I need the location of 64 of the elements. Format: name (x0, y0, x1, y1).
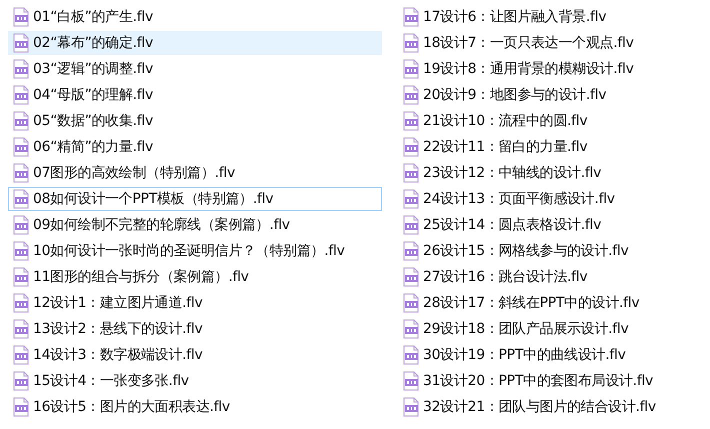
file-item[interactable]: 04“母版”的理解.flv (8, 83, 382, 107)
file-item[interactable]: 19设计8：通用背景的模糊设计.flv (398, 57, 698, 81)
file-item[interactable]: 03“逻辑”的调整.flv (8, 57, 382, 81)
video-file-icon (403, 215, 419, 235)
video-file-icon (403, 59, 419, 79)
file-item[interactable]: 11图形的组合与拆分（案例篇）.flv (8, 265, 382, 289)
file-item[interactable]: 13设计2：悬线下的设计.flv (8, 317, 382, 341)
video-file-icon (403, 33, 419, 53)
video-file-icon (13, 111, 29, 131)
file-item[interactable]: 14设计3：数字极端设计.flv (8, 343, 382, 367)
file-item[interactable]: 22设计11：留白的力量.flv (398, 135, 698, 159)
file-item[interactable]: 08如何设计一个PPT模板（特别篇）.flv (8, 187, 382, 211)
file-item[interactable]: 28设计17：斜线在PPT中的设计.flv (398, 291, 698, 315)
file-item[interactable]: 16设计5：图片的大面积表达.flv (8, 395, 382, 419)
video-file-icon (13, 85, 29, 105)
file-item[interactable]: 15设计4：一张变多张.flv (8, 369, 382, 393)
file-item[interactable]: 01“白板”的产生.flv (8, 5, 382, 29)
file-item[interactable]: 18设计7：一页只表达一个观点.flv (398, 31, 698, 55)
video-file-icon (403, 163, 419, 183)
file-item[interactable]: 24设计13：页面平衡感设计.flv (398, 187, 698, 211)
file-item[interactable]: 06“精简”的力量.flv (8, 135, 382, 159)
file-item[interactable]: 09如何绘制不完整的轮廓线（案例篇）.flv (8, 213, 382, 237)
file-item[interactable]: 17设计6：让图片融入背景.flv (398, 5, 698, 29)
video-file-icon (13, 319, 29, 339)
video-file-icon (13, 397, 29, 417)
file-item[interactable]: 26设计15：网格线参与的设计.flv (398, 239, 698, 263)
video-file-icon (403, 7, 419, 27)
file-item[interactable]: 02“幕布”的确定.flv (8, 31, 382, 55)
file-item[interactable]: 21设计10：流程中的圆.flv (398, 109, 698, 133)
file-item[interactable]: 31设计20：PPT中的套图布局设计.flv (398, 369, 698, 393)
video-file-icon (13, 241, 29, 261)
video-file-icon (13, 215, 29, 235)
file-item[interactable]: 07图形的高效绘制（特别篇）.flv (8, 161, 382, 185)
file-item[interactable]: 25设计14：圆点表格设计.flv (398, 213, 698, 237)
video-file-icon (403, 111, 419, 131)
file-item[interactable]: 29设计18：团队产品展示设计.flv (398, 317, 698, 341)
video-file-icon (403, 345, 419, 365)
video-file-icon (13, 267, 29, 287)
file-item[interactable]: 05“数据”的收集.flv (8, 109, 382, 133)
video-file-icon (13, 163, 29, 183)
video-file-icon (13, 33, 29, 53)
file-item[interactable]: 10如何设计一张时尚的圣诞明信片？（特别篇）.flv (8, 239, 382, 263)
video-file-icon (13, 345, 29, 365)
file-item[interactable]: 32设计21：团队与图片的结合设计.flv (398, 395, 698, 419)
video-file-icon (403, 319, 419, 339)
video-file-icon (403, 85, 419, 105)
video-file-icon (13, 293, 29, 313)
file-item[interactable]: 27设计16：跳台设计法.flv (398, 265, 698, 289)
video-file-icon (403, 189, 419, 209)
video-file-icon (13, 189, 29, 209)
video-file-icon (403, 241, 419, 261)
video-file-icon (13, 7, 29, 27)
file-item[interactable]: 23设计12：中轴线的设计.flv (398, 161, 698, 185)
video-file-icon (403, 397, 419, 417)
video-file-icon (13, 59, 29, 79)
video-file-icon (403, 137, 419, 157)
file-item[interactable]: 12设计1：建立图片通道.flv (8, 291, 382, 315)
file-item[interactable]: 30设计19：PPT中的曲线设计.flv (398, 343, 698, 367)
video-file-icon (403, 371, 419, 391)
video-file-icon (403, 267, 419, 287)
video-file-icon (13, 371, 29, 391)
video-file-icon (13, 137, 29, 157)
file-item[interactable]: 20设计9：地图参与的设计.flv (398, 83, 698, 107)
video-file-icon (403, 293, 419, 313)
